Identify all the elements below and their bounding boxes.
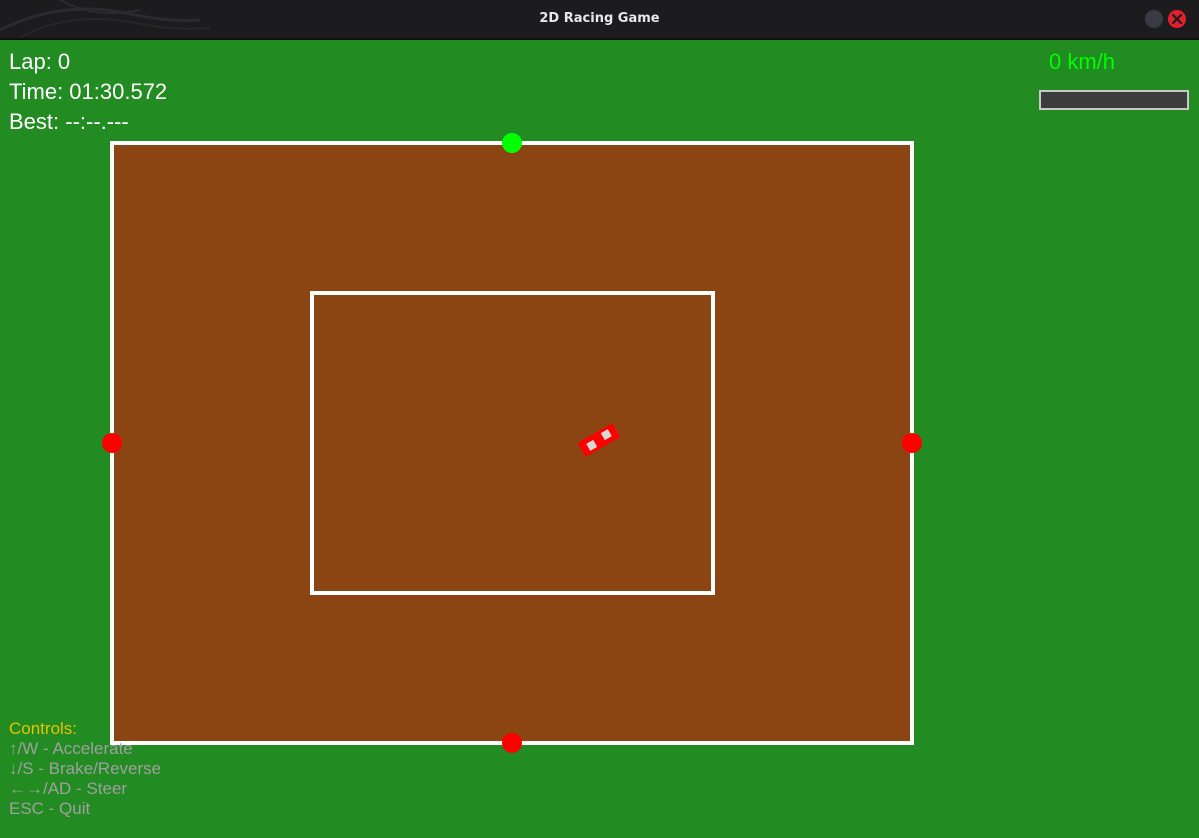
- speed-bar: [1039, 90, 1189, 110]
- controls-help: Controls: ↑/W - Accelerate ↓/S - Brake/R…: [9, 719, 161, 819]
- speed-readout: 0 km/h: [1049, 49, 1116, 74]
- control-brake: ↓/S - Brake/Reverse: [9, 759, 162, 778]
- inner-infield-boundary: [310, 291, 715, 595]
- checkpoint-right: [902, 433, 922, 453]
- game-canvas[interactable]: [0, 40, 1199, 838]
- close-button[interactable]: [1168, 10, 1186, 28]
- lap-time: Time: 01:30.572: [9, 79, 168, 104]
- control-quit: ESC - Quit: [9, 799, 91, 818]
- minimize-button[interactable]: [1145, 10, 1163, 28]
- start-checkpoint: [502, 133, 522, 153]
- control-accelerate: ↑/W - Accelerate: [9, 739, 133, 758]
- checkpoint-bottom: [502, 733, 522, 753]
- title-bar[interactable]: 2D Racing Game: [0, 0, 1199, 40]
- best-time: Best: --:--.---: [9, 109, 129, 134]
- lap-counter: Lap: 0: [9, 49, 71, 74]
- controls-title: Controls:: [9, 719, 78, 738]
- window-title: 2D Racing Game: [539, 11, 660, 26]
- control-steer: ←→/AD - Steer: [9, 779, 128, 798]
- close-icon: [1172, 14, 1182, 24]
- checkpoint-left: [102, 433, 122, 453]
